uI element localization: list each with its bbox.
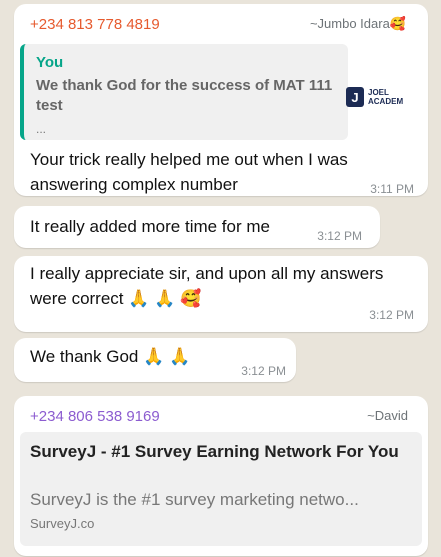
sender-push-name: ~Jumbo Idara🥰 (310, 16, 406, 32)
message-time: 3:12 PM (241, 364, 286, 378)
message-text: It really added more time for me (30, 217, 270, 236)
link-preview-title: SurveyJ - #1 Survey Earning Network For … (30, 442, 399, 461)
message-time: 3:12 PM (317, 229, 362, 243)
quoted-text: We thank God for the success of MAT 111 … (36, 77, 333, 114)
message-text-body: I really appreciate sir, and upon all my… (30, 264, 384, 308)
sender-push-name: ~David (367, 408, 408, 423)
message-time: 3:12 PM (369, 308, 414, 322)
message-bubble[interactable]: It really added more time for me 3:12 PM (14, 206, 380, 248)
message-bubble[interactable]: +234 813 778 4819 ~Jumbo Idara🥰 You We t… (14, 4, 428, 196)
logo-badge: J (346, 87, 364, 107)
message-time: 3:11 PM (370, 182, 414, 196)
link-preview-description: SurveyJ is the #1 survey marketing netwo… (30, 490, 359, 509)
logo-text: JOEL ACADEM (368, 88, 403, 106)
sender-phone[interactable]: +234 813 778 4819 (30, 16, 160, 33)
academy-logo: J JOEL ACADEM (346, 80, 426, 114)
quoted-ellipsis: ... (36, 122, 47, 136)
praying-hands-icon: 🙏 🙏 (143, 347, 191, 366)
message-text: I really appreciate sir, and upon all my… (30, 261, 390, 311)
message-text: Your trick really helped me out when I w… (30, 150, 348, 194)
message-text: We thank God 🙏 🙏 (30, 344, 190, 369)
quoted-message[interactable]: You We thank God for the success of MAT … (20, 44, 348, 140)
quoted-sender: You (36, 54, 64, 71)
smiling-face-hearts-icon: 🥰 (389, 16, 406, 31)
logo-line-1: JOEL (368, 88, 389, 97)
logo-line-2: ACADEM (368, 97, 404, 106)
push-name-text: ~Jumbo Idara (309, 16, 390, 31)
sender-phone[interactable]: +234 806 538 9169 (30, 408, 160, 425)
message-text-body: We thank God (30, 347, 139, 366)
praying-hands-icon: 🙏 🙏 🥰 (128, 289, 202, 308)
message-bubble[interactable]: I really appreciate sir, and upon all my… (14, 256, 428, 332)
link-preview[interactable]: SurveyJ - #1 Survey Earning Network For … (20, 432, 422, 546)
message-bubble[interactable]: +234 806 538 9169 ~David SurveyJ - #1 Su… (14, 396, 428, 556)
link-preview-url[interactable]: SurveyJ.co (30, 516, 94, 531)
message-bubble[interactable]: We thank God 🙏 🙏 3:12 PM (14, 338, 296, 382)
